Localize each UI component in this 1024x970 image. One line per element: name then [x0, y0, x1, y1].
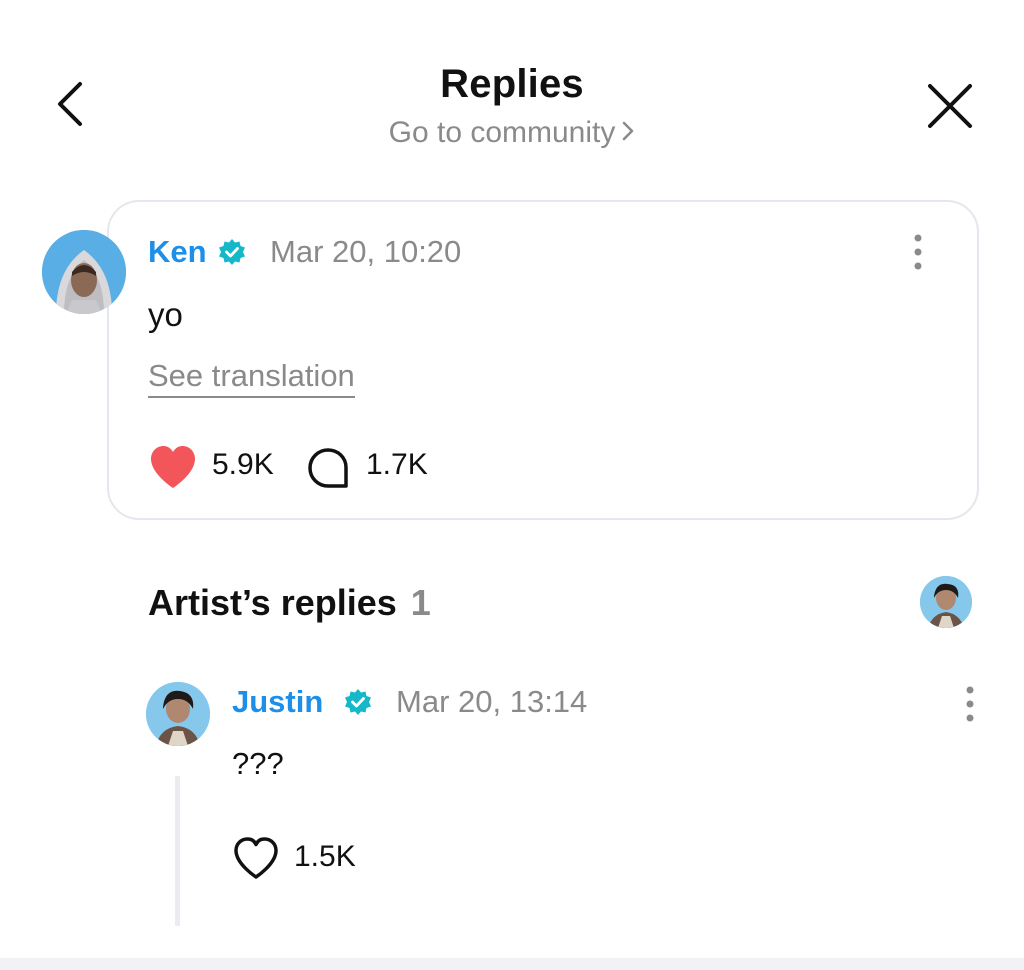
- community-link-label: Go to community: [388, 116, 616, 149]
- reply-author-avatar[interactable]: [146, 682, 210, 746]
- artist-replies-heading: Artist’s replies 1: [148, 582, 431, 624]
- see-translation-link[interactable]: See translation: [148, 358, 355, 398]
- section-title-label: Artist’s replies: [148, 582, 397, 623]
- heart-filled-icon: [151, 446, 195, 488]
- user-photo: [42, 230, 126, 314]
- heart-outline-icon: [234, 837, 278, 879]
- section-count: 1: [410, 582, 431, 623]
- post-text: yo: [148, 296, 183, 333]
- like-button[interactable]: [148, 444, 198, 490]
- more-vertical-icon: [966, 686, 974, 722]
- reply-timestamp: Mar 20, 13:14: [396, 684, 588, 719]
- page-title: Replies: [440, 62, 584, 106]
- comment-bubble-icon: [308, 448, 348, 488]
- verified-badge-icon: [344, 688, 372, 716]
- more-options-button[interactable]: [906, 232, 930, 272]
- artist-photo: [920, 576, 972, 628]
- close-icon: [928, 84, 972, 128]
- reply-more-options-button[interactable]: [958, 684, 982, 724]
- artist-photo: [146, 682, 210, 746]
- artist-avatar[interactable]: [920, 576, 972, 628]
- close-button[interactable]: [920, 76, 980, 136]
- bottom-divider: [0, 958, 1024, 970]
- post-author-name[interactable]: Ken: [148, 234, 207, 270]
- chevron-right-icon: [621, 117, 635, 151]
- reply-like-button[interactable]: [232, 836, 280, 880]
- thread-line: [175, 776, 180, 926]
- comment-button[interactable]: [306, 446, 350, 490]
- reply-text: ???: [232, 746, 284, 781]
- verified-badge-icon: [218, 238, 246, 266]
- comment-count: 1.7K: [366, 448, 428, 481]
- avatar[interactable]: [42, 230, 126, 314]
- reply-like-count: 1.5K: [294, 840, 356, 873]
- like-count: 5.9K: [212, 448, 274, 481]
- more-vertical-icon: [914, 234, 922, 270]
- go-to-community-link[interactable]: Go to community: [0, 116, 1024, 151]
- reply-author-name[interactable]: Justin: [232, 684, 323, 720]
- post-timestamp: Mar 20, 10:20: [270, 234, 462, 269]
